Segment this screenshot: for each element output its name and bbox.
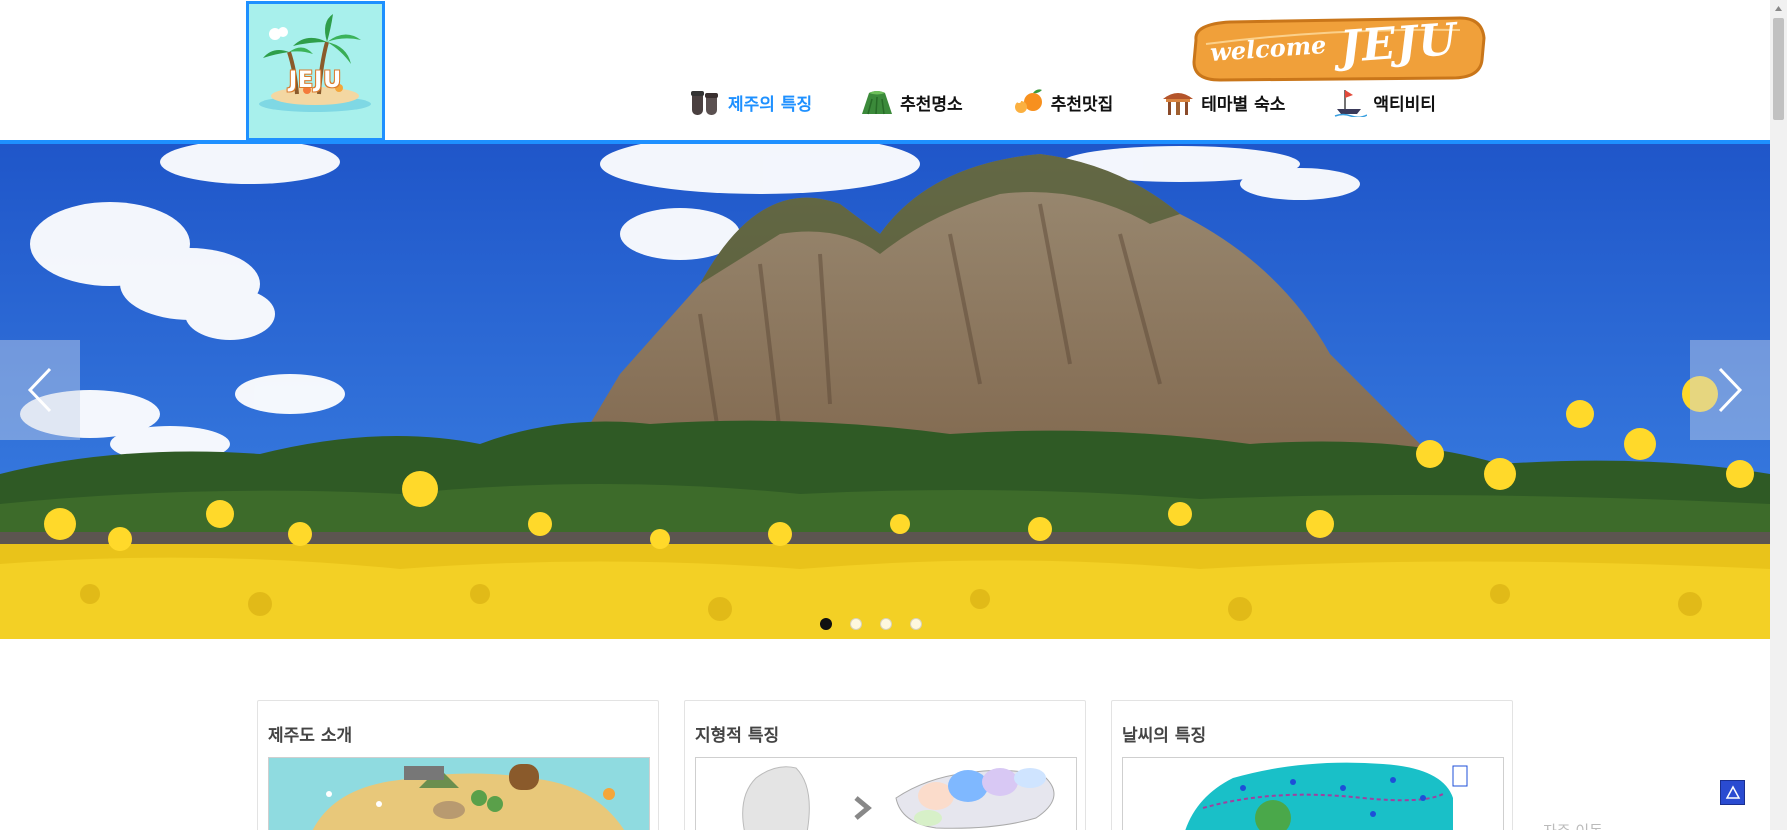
jeju-illustrated-map-image [268, 757, 650, 830]
slider-dot-3[interactable] [880, 618, 892, 630]
weather-map-thumbnail [1123, 758, 1503, 830]
main-nav: 제주의 특징 추천명소 추천맛집 테마별 숙소 액티비티 [688, 84, 1436, 120]
card-weather-features[interactable]: 날씨의 특징 [1111, 700, 1513, 830]
sailboat-icon [1335, 90, 1368, 117]
scroll-to-top-button[interactable] [1720, 780, 1745, 805]
slider-pagination [820, 618, 940, 630]
nav-item-theme-accommodation[interactable]: 테마별 숙소 [1161, 84, 1285, 120]
slider-dot-4[interactable] [910, 618, 922, 630]
korea-jeju-region-map-image [695, 757, 1077, 830]
nav-label: 제주의 특징 [728, 94, 813, 115]
faded-footer-text: 자주 이동 [1543, 820, 1603, 830]
slider-dot-2[interactable] [850, 618, 862, 630]
jeju-weather-map-image [1122, 757, 1504, 830]
pavilion-icon [1163, 93, 1194, 115]
mountain-icon [862, 91, 893, 115]
card-terrain-features[interactable]: 지형적 특징 [684, 700, 1086, 830]
jeju-text: JEJU [1338, 13, 1460, 74]
card-title: 제주도 소개 [268, 726, 353, 746]
region-map-thumbnail [696, 758, 1076, 830]
card-jeju-intro[interactable]: 제주도 소개 [257, 700, 659, 830]
slider-dot-1[interactable] [820, 618, 832, 630]
nav-item-activity[interactable]: 액티비티 [1333, 84, 1436, 120]
illustrated-map-thumbnail [269, 758, 649, 830]
hero-image-sanbangsan [0, 144, 1770, 639]
scrollbar-thumb[interactable] [1773, 18, 1784, 120]
tangerine-icon [1014, 89, 1042, 113]
logo-text: JEJU [288, 68, 343, 93]
site-logo[interactable]: JEJU [246, 1, 385, 141]
slider-next-button[interactable] [1690, 340, 1770, 440]
card-title: 지형적 특징 [695, 726, 780, 746]
scroll-up-arrow-icon[interactable] [1770, 0, 1787, 17]
slider-prev-button[interactable] [0, 340, 80, 440]
dolhareubang-icon [691, 91, 718, 115]
nav-label: 액티비티 [1373, 94, 1436, 115]
chevron-left-icon [27, 367, 52, 413]
feature-cards: 제주도 소개 지형적 특징 날씨의 특징 [257, 700, 1513, 830]
nav-label: 추천명소 [900, 94, 963, 115]
nav-item-recommended-spots[interactable]: 추천명소 [860, 84, 963, 120]
nav-item-recommended-restaurants[interactable]: 추천맛집 [1011, 84, 1114, 120]
arrow-up-triangle-icon [1725, 785, 1741, 799]
page: JEJU welcome JEJU 제주의 특징 추천명소 추천맛집 테마별 숙… [0, 0, 1787, 830]
welcome-jeju-badge: welcome JEJU [1190, 13, 1486, 82]
card-title: 날씨의 특징 [1122, 726, 1207, 746]
nav-item-jeju-features[interactable]: 제주의 특징 [688, 84, 812, 120]
nav-label: 추천맛집 [1050, 94, 1114, 115]
page-scrollbar[interactable] [1770, 0, 1787, 830]
nav-label: 테마별 숙소 [1201, 94, 1286, 115]
header: JEJU welcome JEJU 제주의 특징 추천명소 추천맛집 테마별 숙… [0, 0, 1770, 144]
hero-slider[interactable] [0, 144, 1770, 639]
chevron-right-icon [1718, 367, 1743, 413]
